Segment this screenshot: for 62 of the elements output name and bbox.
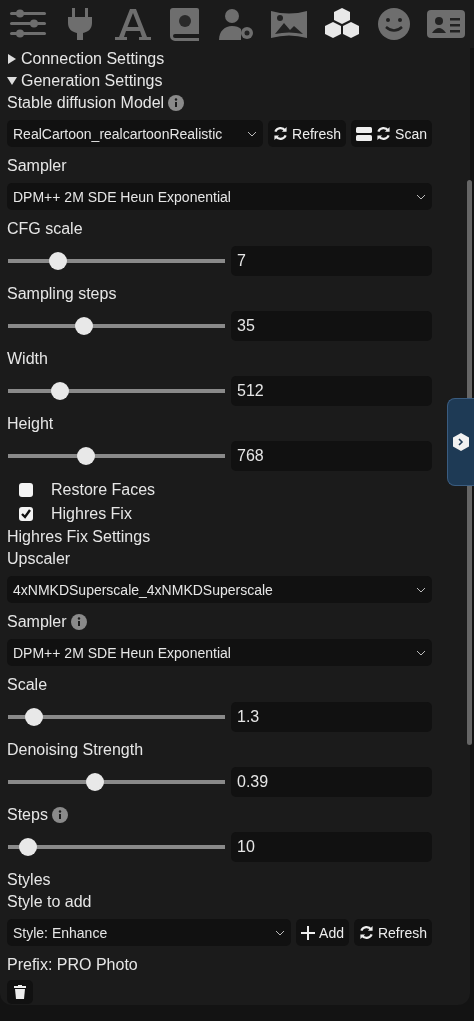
chevron-down-icon — [416, 586, 426, 593]
dropdown[interactable]: RealCartoon_realcartoonRealistic — [7, 120, 264, 147]
chevron-down-icon — [416, 193, 426, 200]
field-label: Height — [7, 415, 54, 433]
chevron-down-icon — [275, 929, 286, 936]
number-input[interactable]: 35 — [231, 311, 432, 341]
field-label: CFG scale — [7, 220, 83, 238]
field-label: Style to add — [7, 893, 92, 911]
number-input[interactable]: 1.3 — [231, 702, 432, 732]
info-icon[interactable] — [168, 95, 185, 111]
plus-icon — [301, 925, 316, 940]
number-input[interactable]: 0.39 — [231, 767, 432, 797]
info-icon[interactable] — [70, 614, 87, 630]
field-label: Highres Fix Settings — [7, 528, 151, 546]
hexagon-icon — [453, 433, 469, 451]
refresh-icon — [273, 126, 289, 141]
server-icon — [356, 125, 373, 142]
slider-thumb[interactable] — [85, 773, 104, 791]
checkbox-label: Restore Faces — [51, 481, 156, 499]
chevron-down-icon — [416, 649, 426, 656]
action-button[interactable]: Refresh — [268, 120, 347, 147]
checkbox[interactable] — [19, 483, 33, 497]
number-input[interactable]: 512 — [231, 376, 432, 406]
dropdown[interactable]: Style: Enhance — [7, 919, 292, 946]
slider-thumb[interactable] — [25, 708, 44, 726]
dropdown[interactable]: DPM++ 2M SDE Heun Exponential — [7, 639, 432, 666]
slider-thumb[interactable] — [74, 317, 93, 335]
slider-thumb[interactable] — [18, 838, 37, 856]
letter-icon — [112, 6, 153, 42]
refresh-icon — [358, 925, 374, 940]
side-tab[interactable] — [447, 398, 474, 486]
dropdown[interactable]: DPM++ 2M SDE Heun Exponential — [7, 183, 432, 210]
trash-icon — [14, 985, 26, 999]
field-label: Steps — [7, 806, 48, 824]
field-label: Prefix: PRO Photo — [7, 956, 138, 974]
action-button[interactable]: Refresh — [353, 919, 432, 946]
field-label: Denoising Strength — [7, 741, 144, 759]
slider-thumb[interactable] — [51, 382, 70, 400]
number-input[interactable]: 768 — [231, 441, 432, 471]
slider-thumb[interactable] — [77, 447, 96, 465]
number-input[interactable]: 7 — [231, 246, 432, 276]
dropdown[interactable]: 4xNMKDSuperscale_4xNMKDSuperscale — [7, 576, 432, 603]
action-button[interactable]: Scan — [351, 120, 432, 147]
info-icon[interactable] — [51, 807, 68, 823]
action-button[interactable]: Add — [296, 919, 349, 946]
checkbox[interactable] — [19, 507, 33, 521]
field-label: Sampling steps — [7, 285, 117, 303]
chevron-down-icon — [247, 130, 258, 137]
field-label: Width — [7, 350, 48, 368]
section-header[interactable]: Generation Settings — [21, 72, 163, 90]
refresh-icon — [376, 126, 392, 141]
field-label: Scale — [7, 676, 48, 694]
field-label: Sampler — [7, 157, 67, 175]
field-label: Sampler — [7, 613, 67, 631]
field-label: Upscaler — [7, 550, 71, 568]
slider-thumb[interactable] — [48, 252, 67, 270]
field-label: Styles — [7, 871, 51, 889]
checkbox-label: Highres Fix — [51, 505, 132, 523]
section-header[interactable]: Connection Settings — [21, 50, 165, 68]
delete-button[interactable] — [7, 980, 33, 1004]
number-input[interactable]: 10 — [231, 832, 432, 862]
field-label: Stable diffusion Model — [7, 94, 165, 112]
